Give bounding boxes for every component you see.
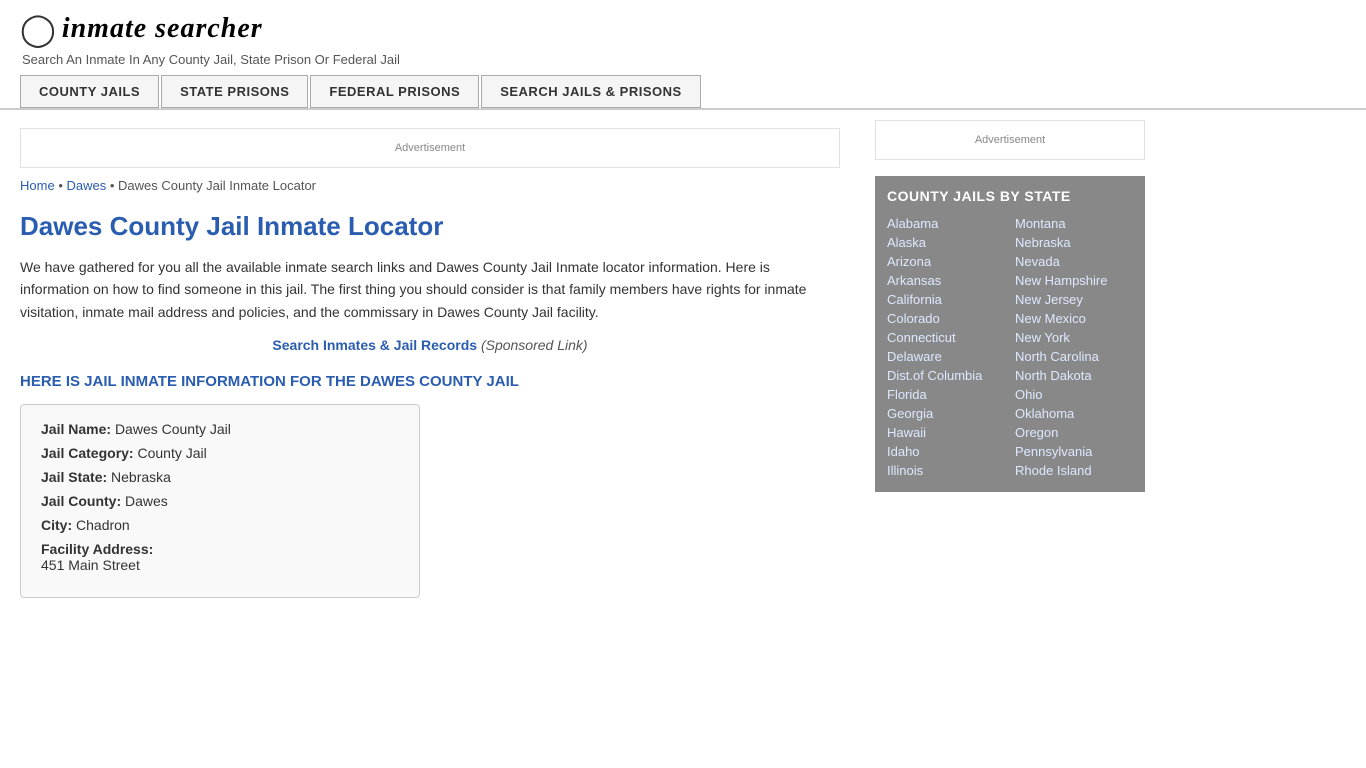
state-link[interactable]: New Jersey bbox=[1015, 290, 1133, 309]
logo-area: ◯ inmate searcher bbox=[20, 10, 1346, 48]
jail-county-label: Jail County: bbox=[41, 493, 121, 509]
state-link[interactable]: Oklahoma bbox=[1015, 404, 1133, 423]
jail-name-label: Jail Name: bbox=[41, 421, 111, 437]
state-link[interactable]: Oregon bbox=[1015, 423, 1133, 442]
state-link[interactable]: Alabama bbox=[887, 214, 1005, 233]
jail-state-label: Jail State: bbox=[41, 469, 107, 485]
site-header: ◯ inmate searcher Search An Inmate In An… bbox=[0, 0, 1366, 109]
state-link[interactable]: Alaska bbox=[887, 233, 1005, 252]
page-description: We have gathered for you all the availab… bbox=[20, 256, 840, 323]
state-link[interactable]: Dist.of Columbia bbox=[887, 366, 1005, 385]
sponsored-label: (Sponsored Link) bbox=[481, 337, 588, 353]
state-box-title: COUNTY JAILS BY STATE bbox=[887, 188, 1133, 204]
state-columns: AlabamaAlaskaArizonaArkansasCaliforniaCo… bbox=[887, 214, 1133, 480]
state-link[interactable]: California bbox=[887, 290, 1005, 309]
info-card: Jail Name: Dawes County Jail Jail Catego… bbox=[20, 404, 420, 598]
state-link[interactable]: Ohio bbox=[1015, 385, 1133, 404]
state-link[interactable]: Montana bbox=[1015, 214, 1133, 233]
nav-county-jails[interactable]: COUNTY JAILS bbox=[20, 75, 159, 108]
state-link[interactable]: North Carolina bbox=[1015, 347, 1133, 366]
logo-text: inmate searcher bbox=[62, 13, 263, 45]
main-wrapper: Advertisement Home • Dawes • Dawes Count… bbox=[0, 110, 1366, 618]
jail-name-row: Jail Name: Dawes County Jail bbox=[41, 421, 399, 437]
state-link[interactable]: Georgia bbox=[887, 404, 1005, 423]
state-link[interactable]: New Hampshire bbox=[1015, 271, 1133, 290]
jail-category-value: County Jail bbox=[137, 445, 206, 461]
content-area: Advertisement Home • Dawes • Dawes Count… bbox=[0, 110, 860, 618]
logo-icon: ◯ bbox=[20, 10, 56, 48]
jail-city-row: City: Chadron bbox=[41, 517, 399, 533]
jail-address-row: Facility Address: 451 Main Street bbox=[41, 541, 399, 573]
breadcrumb-dawes[interactable]: Dawes bbox=[66, 178, 106, 193]
sidebar: Advertisement COUNTY JAILS BY STATE Alab… bbox=[860, 110, 1160, 618]
jail-state-row: Jail State: Nebraska bbox=[41, 469, 399, 485]
jail-city-label: City: bbox=[41, 517, 72, 533]
jail-category-label: Jail Category: bbox=[41, 445, 134, 461]
state-link[interactable]: Nevada bbox=[1015, 252, 1133, 271]
sponsored-link-area: Search Inmates & Jail Records (Sponsored… bbox=[20, 337, 840, 353]
jail-address-label: Facility Address: bbox=[41, 541, 399, 557]
jail-name-value: Dawes County Jail bbox=[115, 421, 231, 437]
state-link[interactable]: Rhode Island bbox=[1015, 461, 1133, 480]
jail-county-row: Jail County: Dawes bbox=[41, 493, 399, 509]
ad-banner: Advertisement bbox=[20, 128, 840, 168]
sidebar-ad-label: Advertisement bbox=[975, 134, 1045, 146]
state-link[interactable]: Arizona bbox=[887, 252, 1005, 271]
ad-banner-label: Advertisement bbox=[395, 142, 465, 154]
state-link[interactable]: Pennsylvania bbox=[1015, 442, 1133, 461]
site-tagline: Search An Inmate In Any County Jail, Sta… bbox=[20, 52, 1346, 67]
jail-state-value: Nebraska bbox=[111, 469, 171, 485]
breadcrumb-current: Dawes County Jail Inmate Locator bbox=[118, 178, 316, 193]
sidebar-ad: Advertisement bbox=[875, 120, 1145, 160]
state-col-left: AlabamaAlaskaArizonaArkansasCaliforniaCo… bbox=[887, 214, 1005, 480]
jail-county-value: Dawes bbox=[125, 493, 168, 509]
state-link[interactable]: Connecticut bbox=[887, 328, 1005, 347]
page-title: Dawes County Jail Inmate Locator bbox=[20, 211, 840, 242]
nav-state-prisons[interactable]: STATE PRISONS bbox=[161, 75, 308, 108]
state-box: COUNTY JAILS BY STATE AlabamaAlaskaArizo… bbox=[875, 176, 1145, 492]
state-link[interactable]: Hawaii bbox=[887, 423, 1005, 442]
state-link[interactable]: Nebraska bbox=[1015, 233, 1133, 252]
breadcrumb: Home • Dawes • Dawes County Jail Inmate … bbox=[20, 178, 840, 193]
state-col-right: MontanaNebraskaNevadaNew HampshireNew Je… bbox=[1015, 214, 1133, 480]
state-link[interactable]: New Mexico bbox=[1015, 309, 1133, 328]
sponsored-link[interactable]: Search Inmates & Jail Records bbox=[272, 337, 477, 353]
state-link[interactable]: New York bbox=[1015, 328, 1133, 347]
state-link[interactable]: North Dakota bbox=[1015, 366, 1133, 385]
nav-federal-prisons[interactable]: FEDERAL PRISONS bbox=[310, 75, 479, 108]
state-link[interactable]: Arkansas bbox=[887, 271, 1005, 290]
breadcrumb-sep2: • bbox=[110, 178, 118, 193]
main-nav: COUNTY JAILS STATE PRISONS FEDERAL PRISO… bbox=[20, 75, 1346, 108]
state-link[interactable]: Delaware bbox=[887, 347, 1005, 366]
state-link[interactable]: Colorado bbox=[887, 309, 1005, 328]
infobox-heading: HERE IS JAIL INMATE INFORMATION FOR THE … bbox=[20, 373, 840, 390]
breadcrumb-home[interactable]: Home bbox=[20, 178, 55, 193]
jail-city-value: Chadron bbox=[76, 517, 130, 533]
state-link[interactable]: Florida bbox=[887, 385, 1005, 404]
state-link[interactable]: Idaho bbox=[887, 442, 1005, 461]
jail-address-value: 451 Main Street bbox=[41, 557, 399, 573]
nav-search-jails[interactable]: SEARCH JAILS & PRISONS bbox=[481, 75, 700, 108]
jail-category-row: Jail Category: County Jail bbox=[41, 445, 399, 461]
state-link[interactable]: Illinois bbox=[887, 461, 1005, 480]
